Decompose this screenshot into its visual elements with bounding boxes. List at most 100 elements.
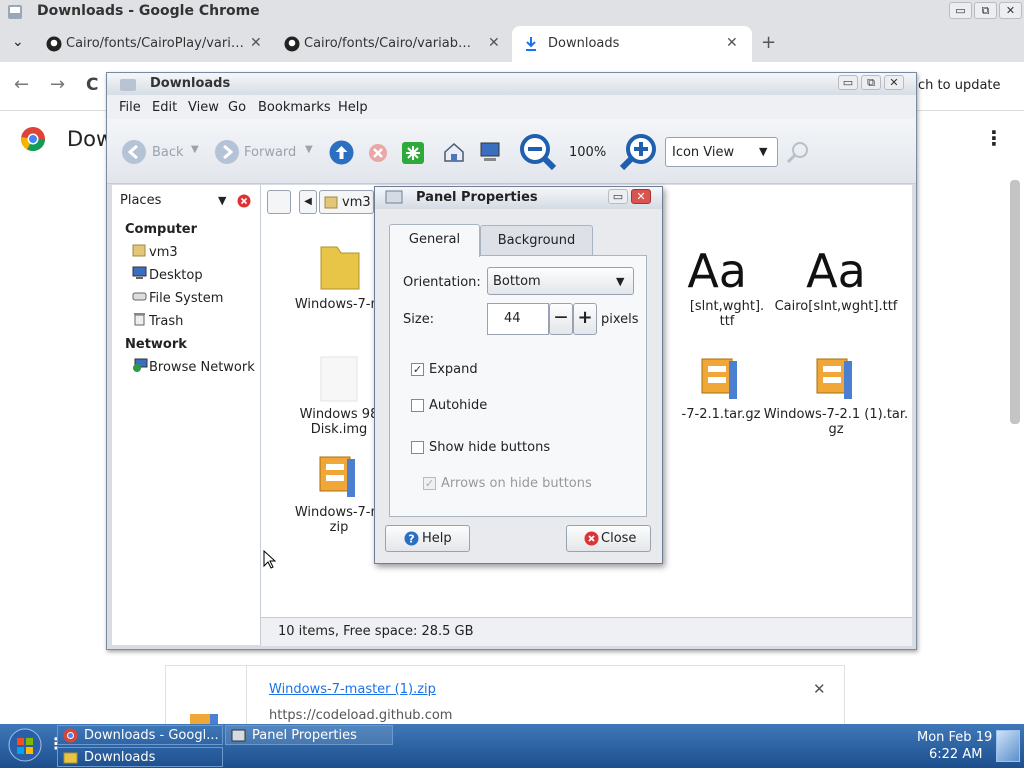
up-icon[interactable] <box>329 140 354 165</box>
place-browse-network[interactable]: Browse Network <box>149 360 255 375</box>
zoom-level[interactable]: 100% <box>569 145 606 160</box>
place-file-system[interactable]: File System <box>149 291 223 306</box>
tab-close-icon[interactable]: ✕ <box>726 35 738 51</box>
menu-edit[interactable]: Edit <box>152 100 177 115</box>
menu-go[interactable]: Go <box>228 100 246 115</box>
menu-file[interactable]: File <box>119 100 141 115</box>
fm-maximize-button[interactable]: ⧉ <box>861 75 881 90</box>
place-trash[interactable]: Trash <box>149 314 183 329</box>
places-dropdown-icon[interactable]: ▼ <box>218 194 226 207</box>
path-button-vm3[interactable]: vm3 <box>319 190 374 214</box>
show-hide-buttons-label: Show hide buttons <box>429 440 551 455</box>
menu-bookmarks[interactable]: Bookmarks <box>258 100 331 115</box>
dialog-close-button[interactable]: ✕ <box>631 189 651 204</box>
view-mode-select[interactable]: Icon View ▼ <box>665 137 778 167</box>
folder-icon <box>320 246 360 290</box>
places-header[interactable]: Places <box>120 193 161 208</box>
help-button[interactable]: ? Help <box>385 525 470 552</box>
fm-menubar: File Edit View Go Bookmarks Help <box>107 95 916 119</box>
reload-icon[interactable]: C <box>86 75 98 95</box>
start-menu-icon[interactable] <box>8 728 42 762</box>
taskbar-item-panel-properties[interactable]: Panel Properties <box>225 725 393 745</box>
disk-image-icon <box>320 356 358 402</box>
menu-view[interactable]: View <box>188 100 219 115</box>
minimize-button[interactable]: ▭ <box>949 2 972 19</box>
zoom-out-icon[interactable] <box>519 133 557 171</box>
tab-cairoplay[interactable]: Cairo/fonts/CairoPlay/variable ✕ <box>40 26 278 62</box>
size-input[interactable]: 44 <box>487 303 549 335</box>
forward-arrow-icon[interactable]: → <box>50 74 65 95</box>
github-icon <box>46 36 62 52</box>
path-toggle-button[interactable] <box>267 190 291 214</box>
expand-checkbox[interactable]: ✓ <box>411 363 424 376</box>
page-scrollbar[interactable] <box>1010 180 1020 424</box>
forward-icon[interactable] <box>214 139 240 165</box>
close-window-button[interactable]: ✕ <box>999 2 1022 19</box>
home-icon[interactable] <box>443 141 465 163</box>
back-icon[interactable] <box>121 139 147 165</box>
menu-help[interactable]: Help <box>338 100 368 115</box>
fm-toolbar: Back ▼ Forward ▼ 100% Icon View ▼ <box>107 119 916 184</box>
expand-label: Expand <box>429 362 478 377</box>
back-dropdown-icon[interactable]: ▼ <box>191 144 199 155</box>
stop-icon[interactable] <box>368 143 388 163</box>
trash-icon <box>134 313 145 326</box>
file-item[interactable]: Aa Cairo[slnt,wght].ttf <box>761 243 911 314</box>
search-icon[interactable] <box>786 141 810 165</box>
tab-general[interactable]: General <box>389 224 480 257</box>
dialog-title: Panel Properties <box>416 190 538 205</box>
arrows-on-hide-buttons-checkbox[interactable]: ✓ <box>423 477 436 490</box>
orientation-select[interactable]: Bottom ▼ <box>487 267 634 295</box>
tab-downloads[interactable]: Downloads ✕ <box>512 26 752 62</box>
tab-search-chevron-icon[interactable]: ⌄ <box>12 34 24 50</box>
archive-icon <box>816 358 852 399</box>
zoom-in-icon[interactable] <box>619 133 657 171</box>
taskbar-item-chrome[interactable]: Downloads - Googl... <box>57 725 223 745</box>
file-name-line2: ttf <box>719 314 735 329</box>
chevron-down-icon: ▼ <box>616 275 625 288</box>
download-file-link[interactable]: Windows-7-master (1).zip <box>269 682 436 697</box>
show-hide-buttons-checkbox[interactable] <box>411 441 424 454</box>
size-increase-button[interactable]: + <box>573 303 597 335</box>
clock-date[interactable]: Mon Feb 19 <box>917 730 992 745</box>
taskbar-item-downloads[interactable]: Downloads <box>57 747 223 767</box>
tab-background[interactable]: Background <box>480 225 593 256</box>
file-item[interactable]: Windows-7-2.1 (1).tar. gz <box>761 355 911 437</box>
more-menu-icon[interactable]: ⋮ <box>984 126 1004 150</box>
home-folder-icon <box>132 244 146 257</box>
place-vm3[interactable]: vm3 <box>149 245 178 260</box>
remove-download-icon[interactable]: ✕ <box>813 680 826 698</box>
fm-minimize-button[interactable]: ▭ <box>838 75 858 90</box>
update-button[interactable]: ch to update <box>918 78 1001 93</box>
show-desktop-button[interactable] <box>996 730 1020 762</box>
status-text: 10 items, Free space: 28.5 GB <box>278 624 474 639</box>
panel-icon <box>385 190 403 204</box>
computer-icon[interactable] <box>479 142 501 162</box>
chrome-window-title: Downloads - Google Chrome <box>37 3 260 19</box>
path-label: vm3 <box>342 195 371 210</box>
github-icon <box>284 36 300 52</box>
font-preview-icon: Aa <box>806 244 866 298</box>
tab-close-icon[interactable]: ✕ <box>488 35 500 51</box>
size-unit: pixels <box>601 312 639 327</box>
fm-close-button[interactable]: ✕ <box>884 75 904 90</box>
back-arrow-icon[interactable]: ← <box>14 74 29 95</box>
new-tab-button[interactable]: + <box>761 32 776 53</box>
tab-cairo-variable[interactable]: Cairo/fonts/Cairo/variable/Ca ✕ <box>278 26 510 62</box>
autohide-checkbox[interactable] <box>411 399 424 412</box>
place-desktop[interactable]: Desktop <box>149 268 203 283</box>
forward-dropdown-icon[interactable]: ▼ <box>305 144 313 155</box>
forward-label[interactable]: Forward <box>244 145 296 160</box>
back-label[interactable]: Back <box>152 145 184 160</box>
tab-close-icon[interactable]: ✕ <box>250 35 262 51</box>
reload-icon[interactable] <box>401 141 425 165</box>
dialog-minimize-button[interactable]: ▭ <box>608 189 628 204</box>
close-sidebar-icon[interactable] <box>237 194 251 208</box>
path-left-arrow-icon[interactable]: ◀ <box>299 190 317 214</box>
close-button[interactable]: Close <box>566 525 651 552</box>
size-decrease-button[interactable]: — <box>549 303 573 335</box>
chevron-down-icon: ▼ <box>759 145 768 158</box>
clock-time[interactable]: 6:22 AM <box>929 747 982 762</box>
orientation-label: Orientation: <box>403 275 481 290</box>
maximize-button[interactable]: ⧉ <box>974 2 997 19</box>
